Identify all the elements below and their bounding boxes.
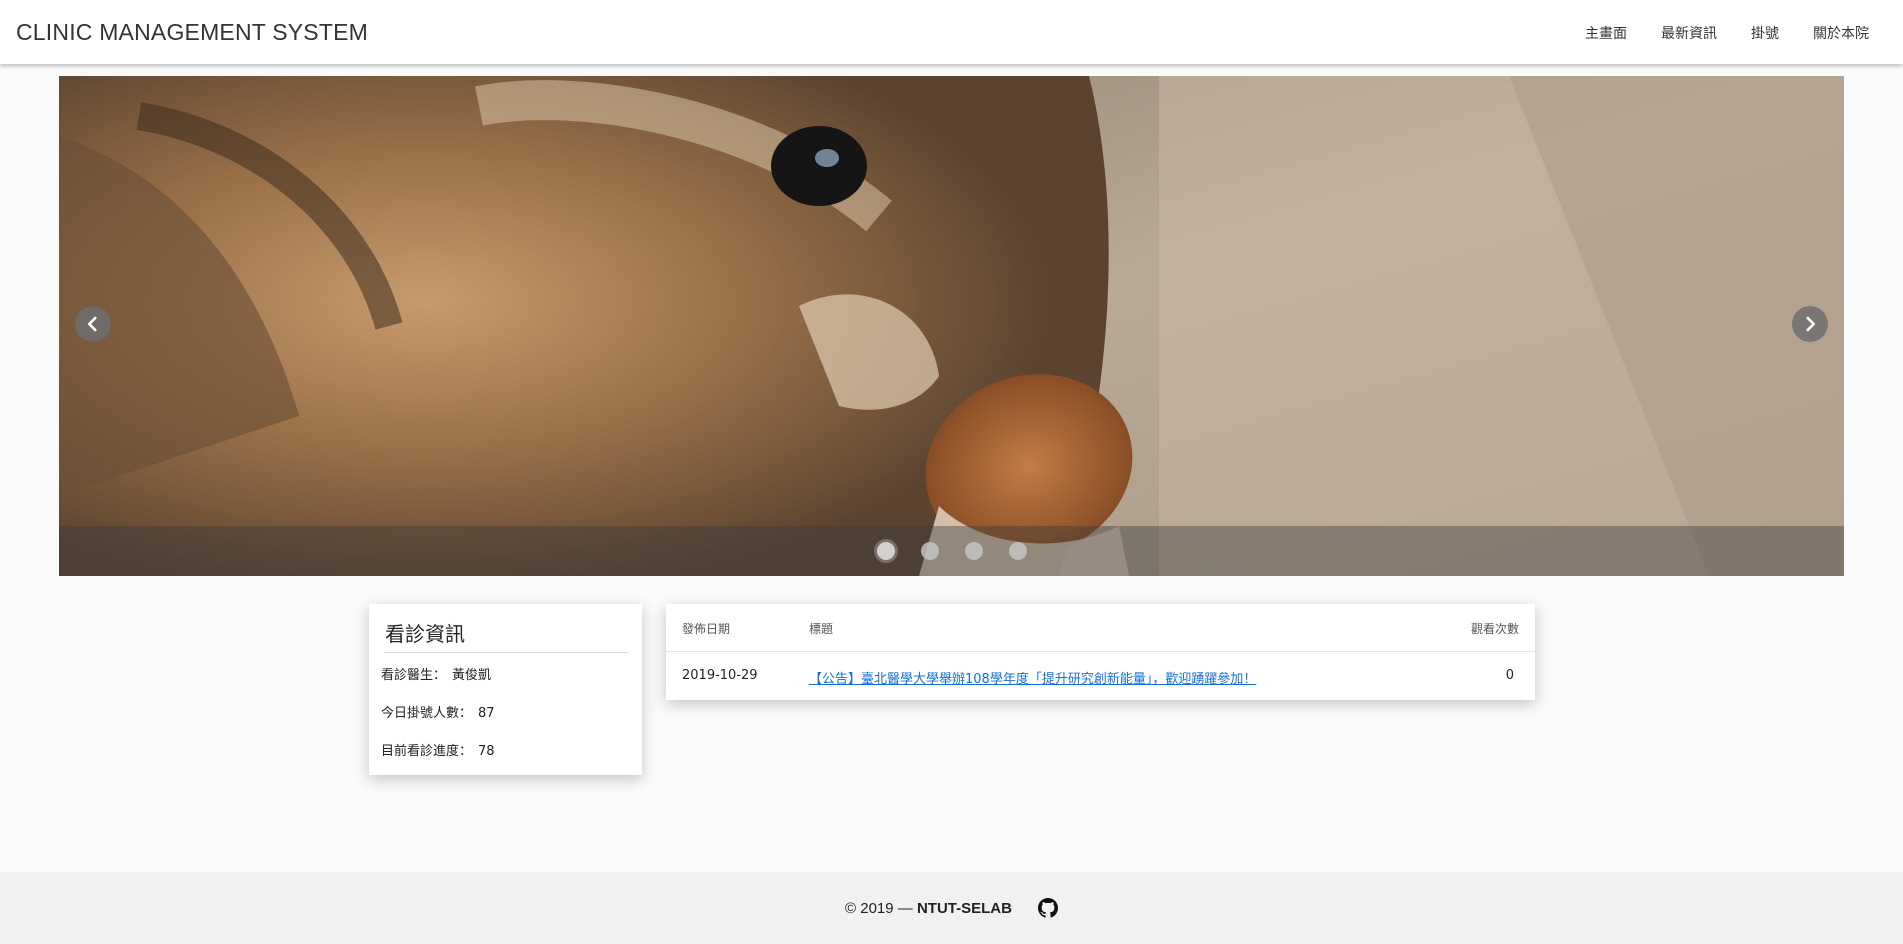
carousel-next-button[interactable] <box>1792 306 1828 342</box>
carousel-indicators <box>59 542 1844 560</box>
carousel-dot-1[interactable] <box>876 542 895 560</box>
footer: © 2019 — NTUT-SELAB <box>0 872 1903 944</box>
copyright-text: © 2019 — <box>845 899 913 917</box>
nav-news[interactable]: 最新資訊 <box>1661 23 1717 43</box>
column-header-date[interactable]: 發佈日期 <box>682 620 730 637</box>
column-header-views[interactable]: 觀看次數 <box>1471 620 1519 637</box>
progress-label: 目前看診進度： <box>381 744 473 759</box>
info-card-title: 看診資訊 <box>385 622 465 646</box>
nav-about[interactable]: 關於本院 <box>1813 23 1869 43</box>
news-title-link[interactable]: 【公告】臺北醫學大學舉辦108學年度「提升研究創新能量」，歡迎踴躍參加！ <box>809 668 1256 687</box>
today-count-label: 今日掛號人數： <box>381 706 473 721</box>
clinic-info-card: 看診資訊 看診醫生： 黃俊凱 今日掛號人數： 87 目前看診進度： 78 <box>369 604 642 775</box>
doctor-row: 看診醫生： 黃俊凱 <box>381 664 491 683</box>
table-header-divider <box>666 651 1535 652</box>
chevron-right-icon <box>1806 316 1816 332</box>
top-app-bar: CLINIC MANAGEMENT SYSTEM 主畫面 最新資訊 掛號 關於本… <box>0 0 1903 64</box>
nav-registration[interactable]: 掛號 <box>1751 23 1779 43</box>
column-header-title[interactable]: 標題 <box>809 620 833 637</box>
chevron-left-icon <box>87 316 97 332</box>
progress-value: 78 <box>478 744 495 759</box>
main-nav: 主畫面 最新資訊 掛號 關於本院 <box>1585 23 1869 43</box>
info-card-divider <box>384 652 628 653</box>
nav-home[interactable]: 主畫面 <box>1585 23 1627 43</box>
news-views-cell: 0 <box>1505 668 1514 683</box>
doctor-value: 黃俊凱 <box>452 668 492 683</box>
image-carousel <box>59 76 1844 576</box>
carousel-slide-image <box>59 76 1844 576</box>
carousel-dot-2[interactable] <box>920 542 939 560</box>
progress-row: 目前看診進度： 78 <box>381 740 495 759</box>
today-count-row: 今日掛號人數： 87 <box>381 702 495 721</box>
today-count-value: 87 <box>478 706 495 721</box>
footer-copyright: © 2019 — NTUT-SELAB <box>845 900 1012 917</box>
doctor-label: 看診醫生： <box>381 668 447 683</box>
carousel-dot-3[interactable] <box>964 542 983 560</box>
news-date-cell: 2019-10-29 <box>682 668 758 683</box>
carousel-prev-button[interactable] <box>75 306 111 342</box>
app-title[interactable]: CLINIC MANAGEMENT SYSTEM <box>16 19 368 46</box>
carousel-dot-4[interactable] <box>1008 542 1027 560</box>
org-name: NTUT-SELAB <box>916 899 1012 917</box>
github-icon[interactable] <box>1037 898 1058 918</box>
news-table: 發佈日期 標題 觀看次數 2019-10-29 【公告】臺北醫學大學舉辦108學… <box>666 604 1535 700</box>
